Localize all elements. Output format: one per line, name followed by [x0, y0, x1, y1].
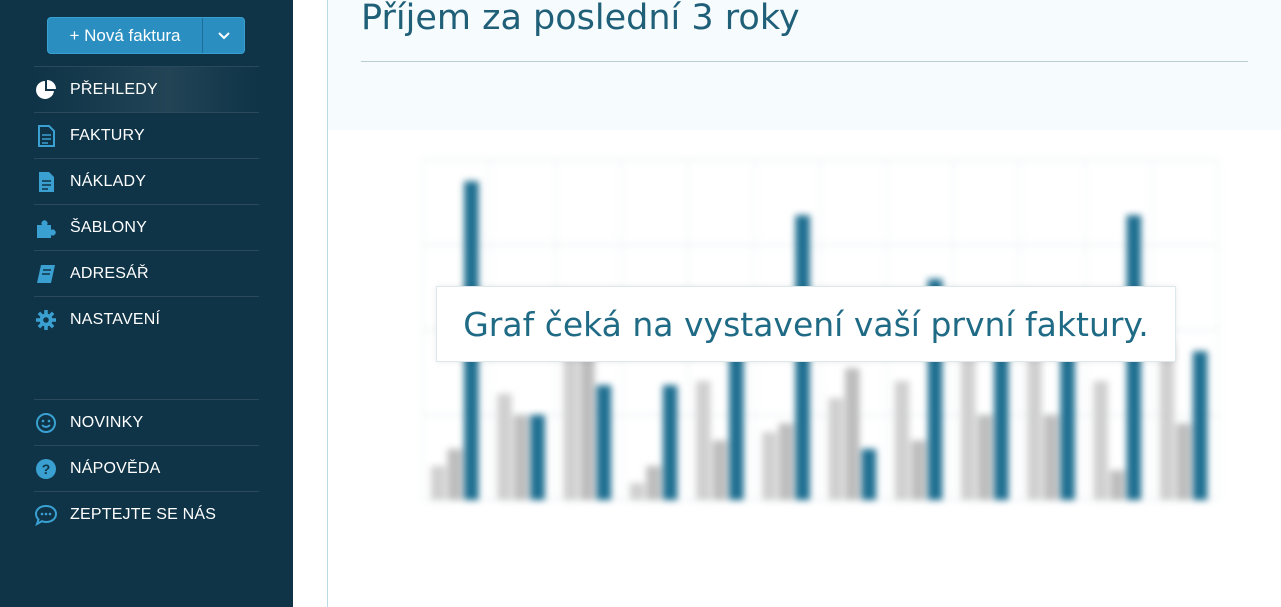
chart-bar	[977, 415, 993, 500]
sidebar-item-sablony[interactable]: ŠABLONY	[34, 204, 259, 250]
chart-bar	[596, 385, 612, 500]
chart-bar	[994, 338, 1009, 500]
chart-bar	[778, 423, 794, 500]
chart-bar	[762, 432, 777, 500]
chart-bar	[580, 351, 595, 500]
sidebar-item-label: NASTAVENÍ	[70, 310, 161, 328]
chart-bar	[861, 449, 877, 500]
chart-bar	[430, 466, 446, 500]
address-book-icon	[34, 262, 58, 286]
sidebar-item-label: PŘEHLEDY	[70, 80, 158, 98]
sidebar-item-prehledy[interactable]: PŘEHLEDY	[34, 66, 259, 112]
sidebar-item-naklady[interactable]: NÁKLADY	[34, 158, 259, 204]
chevron-down-icon[interactable]	[203, 18, 244, 53]
chart-bar	[828, 398, 844, 500]
sidebar-item-nastaveni[interactable]: NASTAVENÍ	[34, 296, 259, 342]
svg-text:?: ?	[42, 461, 51, 477]
chart-bar	[845, 368, 860, 500]
sidebar-nav: PŘEHLEDY FAKTURY NÁKLADY ŠABLONY ADRESÁŘ	[34, 66, 259, 342]
sidebar-item-zeptejte[interactable]: ZEPTEJTE SE NÁS	[34, 491, 259, 537]
new-invoice-button[interactable]: + Nová faktura	[47, 17, 245, 54]
sidebar-item-label: ZEPTEJTE SE NÁS	[70, 505, 217, 523]
chart-bar	[447, 449, 463, 500]
document-icon	[34, 124, 58, 148]
sidebar: + Nová faktura PŘEHLEDY FAKTURY NÁKLADY	[0, 0, 293, 607]
page-title: Příjem za poslední 3 roky	[361, 0, 800, 38]
sidebar-item-label: NÁKLADY	[70, 172, 147, 190]
sidebar-item-novinky[interactable]: NOVINKY	[34, 399, 259, 445]
chart-bar	[1093, 381, 1109, 500]
chart-bar	[712, 440, 728, 500]
sidebar-item-label: NOVINKY	[70, 413, 144, 431]
sidebar-bottom-nav: NOVINKY ? NÁPOVĚDA ZEPTEJTE SE NÁS	[34, 399, 259, 537]
chart-bar	[662, 385, 678, 500]
chart-bar	[1027, 355, 1042, 500]
smiley-icon	[34, 411, 58, 435]
new-invoice-label[interactable]: + Nová faktura	[48, 18, 203, 53]
sidebar-item-label: NÁPOVĚDA	[70, 459, 161, 477]
chart-bar	[894, 381, 910, 500]
sidebar-item-faktury[interactable]: FAKTURY	[34, 112, 259, 158]
sidebar-item-label: ADRESÁŘ	[70, 264, 149, 282]
chart-bar	[646, 466, 661, 500]
sidebar-item-label: ŠABLONY	[70, 218, 147, 236]
title-rule	[361, 61, 1248, 62]
chart-bar	[1176, 423, 1191, 500]
gear-icon	[34, 308, 58, 332]
puzzle-icon	[34, 216, 58, 240]
chart-bar	[1159, 342, 1175, 500]
sidebar-item-label: FAKTURY	[70, 126, 145, 144]
chart-bar	[1043, 415, 1059, 500]
file-icon	[34, 170, 58, 194]
sidebar-item-napoveda[interactable]: ? NÁPOVĚDA	[34, 445, 259, 491]
chart-bar	[695, 381, 711, 500]
chart-bar	[513, 415, 529, 500]
pie-chart-icon	[34, 78, 58, 102]
chart-bar	[497, 393, 512, 500]
chart-bar	[1110, 470, 1125, 500]
question-icon: ?	[34, 457, 58, 481]
chart-bar	[911, 440, 926, 500]
chart-empty-overlay: Graf čeká na vystavení vaší první faktur…	[436, 286, 1176, 362]
sidebar-item-adresar[interactable]: ADRESÁŘ	[34, 250, 259, 296]
chat-icon	[34, 503, 58, 527]
chart-bar	[629, 483, 645, 500]
main-content: Příjem za poslední 3 roky Graf čeká na v…	[328, 0, 1281, 607]
chart-bar	[1192, 351, 1208, 500]
chart-bar	[530, 415, 545, 500]
